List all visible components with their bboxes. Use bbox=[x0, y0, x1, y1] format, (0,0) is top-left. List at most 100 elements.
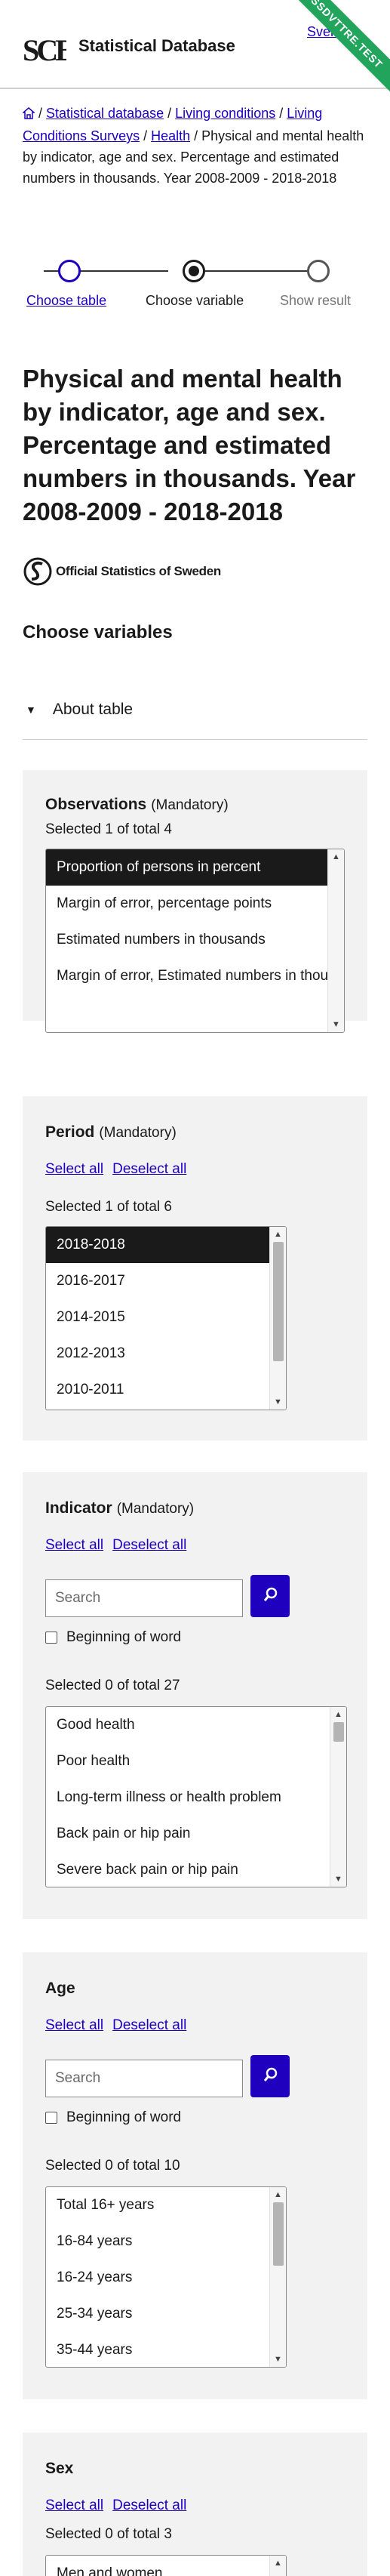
step-2-indicator bbox=[183, 260, 205, 282]
search-button[interactable] bbox=[250, 2055, 290, 2097]
variable-heading: Observations (Mandatory) bbox=[45, 796, 229, 814]
list-option[interactable]: Poor health bbox=[46, 1743, 331, 1779]
list-option[interactable]: Back pain or hip pain bbox=[46, 1816, 331, 1852]
listbox-scrollbar[interactable]: ▲ ▼ bbox=[269, 2187, 286, 2367]
select-all-link[interactable]: Select all bbox=[45, 2017, 103, 2033]
indicator-listbox[interactable]: Good health Poor health Long-term illnes… bbox=[45, 1706, 347, 1887]
list-option[interactable]: Margin of error, percentage points bbox=[46, 886, 329, 922]
search-input[interactable] bbox=[45, 1579, 243, 1617]
age-listbox[interactable]: Total 16+ years 16-84 years 16-24 years … bbox=[45, 2186, 287, 2368]
list-option[interactable]: Total 16+ years bbox=[46, 2187, 271, 2223]
breadcrumb-living-conditions[interactable]: Living conditions bbox=[175, 106, 275, 121]
scroll-up-icon[interactable]: ▲ bbox=[334, 1710, 342, 1719]
mandatory-label: (Mandatory) bbox=[151, 797, 229, 813]
breadcrumb-health[interactable]: Health bbox=[151, 128, 190, 143]
scroll-down-icon[interactable]: ▼ bbox=[332, 1020, 340, 1029]
scroll-up-icon[interactable]: ▲ bbox=[332, 852, 340, 861]
scrollbar-thumb[interactable] bbox=[333, 1722, 344, 1742]
about-table-label: About table bbox=[52, 700, 134, 718]
scroll-up-icon[interactable]: ▲ bbox=[274, 1230, 282, 1239]
list-option[interactable]: 2014-2015 bbox=[46, 1299, 271, 1336]
deselect-all-link[interactable]: Deselect all bbox=[112, 2017, 186, 2033]
scroll-up-icon[interactable]: ▲ bbox=[274, 2559, 282, 2568]
listbox-scrollbar[interactable]: ▲ ▼ bbox=[330, 1707, 346, 1887]
official-statistics-icon bbox=[23, 557, 52, 586]
variable-sex: Sex Select all Deselect all Selected 0 of… bbox=[23, 2433, 367, 2576]
list-option[interactable]: 16-84 years bbox=[46, 2223, 271, 2260]
variable-indicator: Indicator (Mandatory) Select all Deselect … bbox=[23, 1472, 367, 1919]
variable-title: Observations bbox=[45, 796, 147, 813]
select-all-link[interactable]: Select all bbox=[45, 1161, 103, 1177]
variable-heading: Indicator (Mandatory) bbox=[45, 1499, 194, 1518]
observations-listbox[interactable]: Proportion of persons in percent Margin … bbox=[45, 849, 345, 1033]
breadcrumb: / Statistical database / Living conditions /… bbox=[21, 103, 377, 189]
list-option[interactable]: Good health bbox=[46, 1707, 331, 1743]
list-option[interactable]: 35-44 years bbox=[46, 2332, 271, 2367]
beginning-of-word-checkbox[interactable] bbox=[45, 1632, 57, 1644]
list-option[interactable]: Severe back pain or hip pain bbox=[46, 1852, 331, 1887]
scb-logo[interactable]: SCB bbox=[23, 27, 66, 69]
selection-count: Selected 0 of total 27 bbox=[45, 1678, 180, 1693]
deselect-all-link[interactable]: Deselect all bbox=[112, 1161, 186, 1177]
variable-heading: Sex bbox=[45, 2460, 73, 2478]
scroll-down-icon[interactable]: ▼ bbox=[274, 1397, 282, 1407]
scroll-down-icon[interactable]: ▼ bbox=[334, 1875, 342, 1884]
deselect-all-link[interactable]: Deselect all bbox=[112, 1537, 186, 1553]
official-statistics-logo: Official Statistics of Sweden bbox=[23, 556, 221, 587]
listbox-scrollbar[interactable]: ▲ bbox=[269, 2556, 286, 2576]
beginning-of-word-checkbox[interactable] bbox=[45, 2112, 57, 2124]
listbox-scrollbar[interactable]: ▲ ▼ bbox=[327, 849, 344, 1032]
sex-listbox[interactable]: Men and women ▲ bbox=[45, 2555, 287, 2576]
list-option[interactable]: Margin of error, Estimated numbers in th… bbox=[46, 958, 329, 994]
list-option[interactable]: 2012-2013 bbox=[46, 1336, 271, 1372]
select-all-link[interactable]: Select all bbox=[45, 1537, 103, 1553]
scrollbar-thumb[interactable] bbox=[273, 2202, 284, 2266]
environment-ribbon: SSDVTTRE.TEST bbox=[278, 0, 390, 102]
about-table-toggle[interactable]: ▼ About table bbox=[23, 679, 367, 740]
period-listbox[interactable]: 2018-2018 2016-2017 2014-2015 2012-2013 … bbox=[45, 1226, 287, 1410]
listbox-scrollbar[interactable]: ▲ ▼ bbox=[269, 1227, 286, 1410]
site-header: SCB Statistical Database Svenska SSDVTTR… bbox=[0, 0, 390, 102]
list-option[interactable]: 2016-2017 bbox=[46, 1263, 271, 1299]
list-option[interactable]: Long-term illness or health problem bbox=[46, 1779, 331, 1816]
beginning-of-word-label: Beginning of word bbox=[66, 2109, 182, 2125]
variable-heading: Age bbox=[45, 1980, 75, 1998]
variable-title: Sex bbox=[45, 2460, 74, 2477]
variable-title: Age bbox=[45, 1980, 75, 1997]
selection-links: Select all Deselect all bbox=[45, 2497, 195, 2514]
deselect-all-link[interactable]: Deselect all bbox=[112, 2497, 186, 2513]
mandatory-label: (Mandatory) bbox=[116, 1501, 195, 1517]
list-option[interactable]: 16-24 years bbox=[46, 2260, 271, 2296]
beginning-of-word-option[interactable]: Beginning of word bbox=[45, 1629, 181, 1646]
list-option[interactable]: Proportion of persons in percent bbox=[46, 849, 329, 886]
list-option[interactable]: Estimated numbers in thousands bbox=[46, 922, 329, 958]
selection-links: Select all Deselect all bbox=[45, 1161, 195, 1178]
scroll-up-icon[interactable]: ▲ bbox=[274, 2190, 282, 2199]
variable-title: Indicator bbox=[45, 1499, 112, 1517]
variable-observations: Observations (Mandatory) Selected 1 of to… bbox=[23, 770, 367, 1033]
scrollbar-thumb[interactable] bbox=[273, 1242, 284, 1361]
list-option[interactable]: Men and women bbox=[46, 2556, 271, 2576]
search-input[interactable] bbox=[45, 2060, 243, 2097]
selection-links: Select all Deselect all bbox=[45, 2017, 195, 2034]
step-choose-table[interactable]: Choose table bbox=[26, 293, 106, 309]
search-button[interactable] bbox=[250, 1575, 290, 1617]
search-icon bbox=[263, 1587, 278, 1601]
selection-count: Selected 1 of total 6 bbox=[45, 1199, 172, 1215]
official-statistics-label: Official Statistics of Sweden bbox=[56, 564, 221, 578]
breadcrumb-separator: / bbox=[143, 128, 148, 143]
triangle-down-icon: ▼ bbox=[26, 703, 36, 716]
list-option[interactable]: 25-34 years bbox=[46, 2296, 271, 2332]
scroll-down-icon[interactable]: ▼ bbox=[274, 2355, 282, 2364]
select-all-link[interactable]: Select all bbox=[45, 2497, 103, 2513]
list-option[interactable]: 2018-2018 bbox=[46, 1227, 271, 1263]
list-option[interactable]: 2010-2011 bbox=[46, 1372, 271, 1408]
selection-count: Selected 0 of total 10 bbox=[45, 2158, 180, 2174]
step-choose-variable: Choose variable bbox=[146, 293, 244, 308]
breadcrumb-statistical-database[interactable]: Statistical database bbox=[46, 106, 164, 121]
home-icon[interactable] bbox=[21, 104, 36, 125]
selection-count: Selected 1 of total 4 bbox=[45, 821, 172, 837]
step-1-indicator[interactable] bbox=[58, 260, 81, 282]
beginning-of-word-option[interactable]: Beginning of word bbox=[45, 2109, 181, 2126]
site-title: Statistical Database bbox=[78, 36, 235, 55]
